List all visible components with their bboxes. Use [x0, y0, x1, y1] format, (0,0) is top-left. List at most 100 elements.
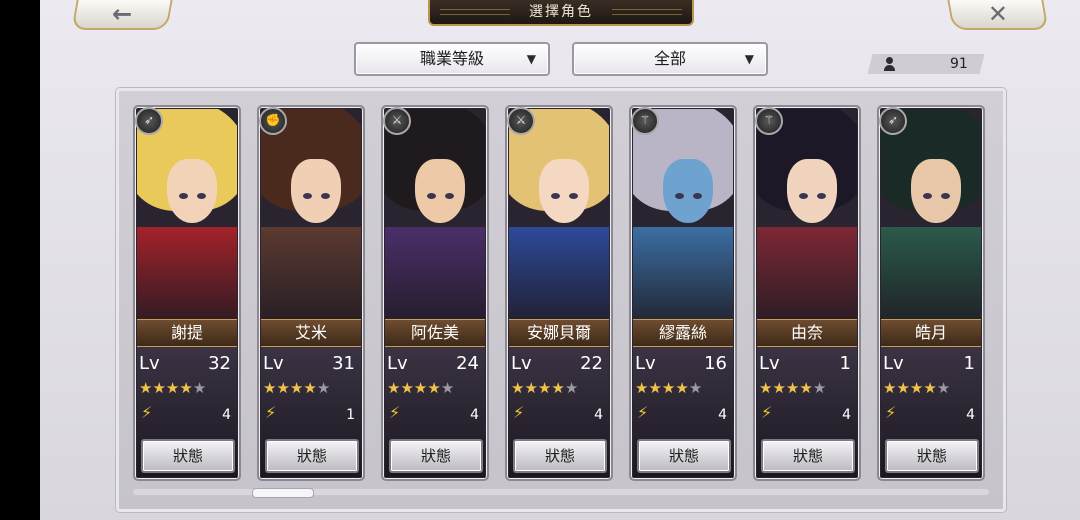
character-count-box: 91	[867, 54, 985, 74]
star-icon: ★	[675, 379, 689, 397]
star-icon: ★	[759, 379, 773, 397]
wing-icon: ⚡	[141, 403, 153, 422]
star-icon: ★	[427, 379, 441, 397]
bow-icon: ➶	[879, 107, 907, 135]
scrollbar-thumb[interactable]	[252, 488, 315, 498]
fist-icon: ✊	[259, 107, 287, 135]
staff-icon: ⚚	[631, 107, 659, 135]
wing-icon: ⚡	[885, 403, 897, 422]
star-rating: ★★★★★	[759, 379, 826, 397]
wing-icon: ⚡	[389, 403, 401, 422]
character-name: 謝提	[137, 319, 237, 347]
level-label: Lv	[263, 353, 284, 374]
character-select-screen: ← 選擇角色 ✕ 職業等級 ▼ 全部 ▼ 91 ➶ 謝提 Lv 32 ★★★★★…	[40, 0, 1080, 520]
job-level-dropdown-label: 職業等級	[419, 49, 484, 68]
level-value: 1	[839, 353, 851, 374]
level-value: 16	[704, 353, 727, 374]
character-portrait	[385, 109, 485, 321]
star-icon: ★	[537, 379, 552, 397]
rank-value: 1	[346, 407, 355, 423]
character-card[interactable]: ⚔ 阿佐美 Lv 24 ★★★★★ ⚡ 4 狀態	[381, 105, 489, 481]
star-icon: ★	[400, 379, 414, 397]
star-icon: ★	[648, 379, 662, 397]
star-icon: ★	[303, 379, 317, 397]
page-title: 選擇角色	[428, 0, 694, 26]
star-icon: ★	[179, 379, 193, 397]
character-portrait	[137, 109, 237, 321]
level-value: 1	[963, 353, 975, 374]
star-icon: ★	[661, 379, 676, 397]
close-button[interactable]: ✕	[947, 0, 1049, 30]
back-arrow-icon: ←	[112, 0, 133, 28]
star-icon: ★	[688, 379, 703, 397]
star-rating: ★★★★★	[387, 379, 454, 397]
status-button[interactable]: 狀態	[885, 439, 979, 473]
character-card[interactable]: ⚔ 安娜貝爾 Lv 22 ★★★★★ ⚡ 4 狀態	[505, 105, 613, 481]
star-icon: ★	[165, 379, 180, 397]
star-icon: ★	[799, 379, 813, 397]
rank-value: 4	[718, 407, 727, 423]
star-icon: ★	[551, 379, 565, 397]
character-card[interactable]: ⚚ 由奈 Lv 1 ★★★★★ ⚡ 4 狀態	[753, 105, 861, 481]
star-icon: ★	[772, 379, 786, 397]
level-label: Lv	[635, 353, 656, 374]
star-icon: ★	[923, 379, 937, 397]
character-portrait	[509, 109, 609, 321]
level-value: 31	[332, 353, 355, 374]
back-button[interactable]: ←	[71, 0, 173, 30]
character-portrait	[757, 109, 857, 321]
character-panel: ➶ 謝提 Lv 32 ★★★★★ ⚡ 4 狀態 ✊ 艾米 Lv 31 ★★★★★…	[116, 88, 1006, 512]
chevron-down-icon: ▼	[744, 52, 754, 66]
character-count: 91	[950, 56, 968, 72]
rank-value: 4	[470, 407, 479, 423]
star-icon: ★	[936, 379, 951, 397]
status-button[interactable]: 狀態	[389, 439, 483, 473]
rank-value: 4	[842, 407, 851, 423]
star-icon: ★	[812, 379, 827, 397]
star-icon: ★	[524, 379, 538, 397]
star-icon: ★	[511, 379, 525, 397]
staff-icon: ⚚	[755, 107, 783, 135]
star-icon: ★	[139, 379, 153, 397]
star-rating: ★★★★★	[883, 379, 950, 397]
status-button[interactable]: 狀態	[637, 439, 731, 473]
rank-value: 4	[222, 407, 231, 423]
horizontal-scrollbar[interactable]	[133, 488, 989, 498]
wing-icon: ⚡	[513, 403, 525, 422]
star-rating: ★★★★★	[263, 379, 330, 397]
close-icon: ✕	[987, 0, 1008, 28]
character-card[interactable]: ➶ 皓月 Lv 1 ★★★★★ ⚡ 4 狀態	[877, 105, 985, 481]
level-value: 32	[208, 353, 231, 374]
star-icon: ★	[635, 379, 649, 397]
status-button[interactable]: 狀態	[513, 439, 607, 473]
star-rating: ★★★★★	[511, 379, 578, 397]
star-icon: ★	[785, 379, 800, 397]
level-value: 24	[456, 353, 479, 374]
character-card[interactable]: ✊ 艾米 Lv 31 ★★★★★ ⚡ 1 狀態	[257, 105, 365, 481]
character-card[interactable]: ➶ 謝提 Lv 32 ★★★★★ ⚡ 4 狀態	[133, 105, 241, 481]
chevron-down-icon: ▼	[526, 52, 536, 66]
level-label: Lv	[387, 353, 408, 374]
wing-icon: ⚡	[265, 403, 277, 422]
bow-icon: ➶	[135, 107, 163, 135]
star-icon: ★	[263, 379, 277, 397]
character-card[interactable]: ⚚ 繆露絲 Lv 16 ★★★★★ ⚡ 4 狀態	[629, 105, 737, 481]
star-icon: ★	[413, 379, 428, 397]
star-icon: ★	[192, 379, 207, 397]
star-icon: ★	[316, 379, 331, 397]
star-icon: ★	[289, 379, 304, 397]
wing-icon: ⚡	[761, 403, 773, 422]
status-button[interactable]: 狀態	[761, 439, 855, 473]
status-button[interactable]: 狀態	[265, 439, 359, 473]
character-portrait	[633, 109, 733, 321]
sword-icon: ⚔	[507, 107, 535, 135]
job-level-dropdown[interactable]: 職業等級 ▼	[354, 42, 550, 76]
level-value: 22	[580, 353, 603, 374]
status-button[interactable]: 狀態	[141, 439, 235, 473]
scope-dropdown[interactable]: 全部 ▼	[572, 42, 768, 76]
level-label: Lv	[883, 353, 904, 374]
character-name: 安娜貝爾	[509, 319, 609, 347]
character-name: 皓月	[881, 319, 981, 347]
star-icon: ★	[896, 379, 910, 397]
rank-value: 4	[594, 407, 603, 423]
